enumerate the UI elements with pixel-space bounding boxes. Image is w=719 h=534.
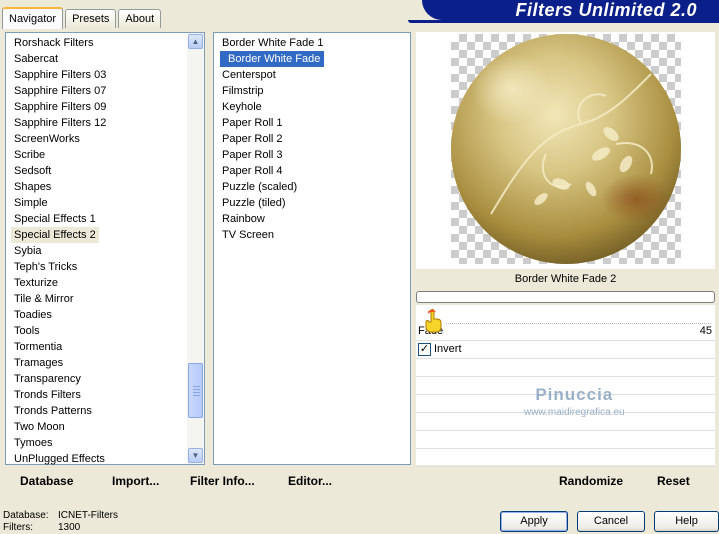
preview-image	[451, 34, 681, 264]
preview-transparency-grid	[451, 34, 681, 264]
filter-item[interactable]: TV Screen	[214, 227, 410, 243]
status-info: Database: ICNET-Filters Filters: 1300	[3, 510, 118, 534]
category-item[interactable]: Simple	[6, 195, 186, 211]
filter-item[interactable]: Paper Roll 2	[214, 131, 410, 147]
filter-item[interactable]: Centerspot	[214, 67, 410, 83]
main-panel: Rorshack Filters Sabercat Sapphire Filters…	[0, 28, 719, 467]
cancel-button[interactable]: Cancel	[577, 511, 645, 532]
floral-pattern	[490, 73, 653, 215]
preview-area	[416, 32, 715, 269]
editor-button[interactable]: Editor...	[288, 474, 332, 488]
tab-presets[interactable]: Presets	[65, 9, 117, 28]
hand-pointer-icon	[425, 309, 442, 333]
category-item[interactable]: Sybia	[6, 243, 186, 259]
category-item[interactable]: Sabercat	[6, 51, 186, 67]
category-item[interactable]: Tile & Mirror	[6, 291, 186, 307]
category-item[interactable]: Scribe	[6, 147, 186, 163]
database-button[interactable]: Database	[20, 474, 73, 488]
category-item[interactable]: Tymoes	[6, 435, 186, 451]
category-item[interactable]: Tramages	[6, 355, 186, 371]
filter-item[interactable]: Filmstrip	[214, 83, 410, 99]
category-item[interactable]: Toadies	[6, 307, 186, 323]
category-items: Rorshack Filters Sabercat Sapphire Filters…	[6, 33, 204, 467]
filter-item[interactable]: Puzzle (tiled)	[214, 195, 410, 211]
database-label: Database:	[3, 510, 49, 521]
filter-info-button[interactable]: Filter Info...	[190, 474, 255, 488]
watermark: Pinuccia www.maidiregrafica.eu	[524, 385, 625, 418]
category-item[interactable]: Two Moon	[6, 419, 186, 435]
category-item[interactable]: Shapes	[6, 179, 186, 195]
progress-bar	[416, 291, 715, 303]
filter-item[interactable]: Paper Roll 4	[214, 163, 410, 179]
category-list[interactable]: Rorshack Filters Sabercat Sapphire Filters…	[5, 32, 205, 465]
category-item[interactable]: Sapphire Filters 12	[6, 115, 186, 131]
category-item[interactable]: Sapphire Filters 09	[6, 99, 186, 115]
apply-button[interactable]: Apply	[500, 511, 568, 532]
filters-count-value: 1300	[58, 522, 81, 533]
category-item[interactable]: Teph's Tricks	[6, 259, 186, 275]
filters-count-label: Filters:	[3, 522, 33, 533]
category-item[interactable]: Tools	[6, 323, 186, 339]
arrow-down-icon[interactable]: ▼	[188, 448, 203, 463]
filter-list[interactable]: Border White Fade 1 Border White Fade 2 Ce…	[213, 32, 411, 465]
empty-row	[416, 449, 715, 467]
filter-item[interactable]: Rainbow	[214, 211, 410, 227]
invert-checkbox[interactable]: ✓	[418, 343, 431, 356]
filter-item[interactable]: Border White Fade 1	[214, 35, 410, 51]
category-item[interactable]: Tormentia	[6, 339, 186, 355]
category-scrollbar[interactable]: ▲ ▼	[187, 33, 204, 464]
category-item[interactable]: Sedsoft	[6, 163, 186, 179]
category-item[interactable]: ScreenWorks	[6, 131, 186, 147]
filter-items: Border White Fade 1 Border White Fade 2 Ce…	[214, 33, 410, 243]
banner-underline	[408, 20, 719, 23]
category-item[interactable]: UnPlugged Effects	[6, 451, 186, 467]
category-item[interactable]: Special Effects 2	[11, 227, 99, 243]
category-item[interactable]: Texturize	[6, 275, 186, 291]
tab-about[interactable]: About	[118, 9, 162, 28]
database-value: ICNET-Filters	[58, 510, 118, 521]
scroll-thumb[interactable]	[188, 363, 203, 418]
watermark-title: Pinuccia	[535, 385, 614, 404]
tab-navigator[interactable]: Navigator	[2, 7, 64, 29]
empty-row	[416, 431, 715, 449]
fade-row[interactable]: Fade 45	[416, 309, 715, 341]
fade-value: 45	[699, 325, 712, 337]
category-item[interactable]: Tronds Patterns	[6, 403, 186, 419]
category-item[interactable]: Special Effects 1	[6, 211, 186, 227]
category-item[interactable]: Tronds Filters	[6, 387, 186, 403]
randomize-button[interactable]: Randomize	[559, 474, 623, 488]
help-button[interactable]: Help	[654, 511, 719, 532]
category-item[interactable]: Transparency	[6, 371, 186, 387]
filter-item[interactable]: Paper Roll 1	[214, 115, 410, 131]
watermark-url: www.maidiregrafica.eu	[524, 407, 625, 418]
import-button[interactable]: Import...	[112, 474, 159, 488]
filter-item[interactable]: Keyhole	[214, 99, 410, 115]
invert-label: Invert	[434, 343, 462, 355]
empty-row	[416, 359, 715, 377]
category-item[interactable]: Rorshack Filters	[6, 35, 186, 51]
reset-button[interactable]: Reset	[657, 474, 690, 488]
category-item[interactable]: Sapphire Filters 03	[6, 67, 186, 83]
tab-strip: Navigator Presets About	[2, 6, 163, 29]
filter-controls: Fade 45 ✓ Invert Pinuccia www.maidiregra…	[416, 305, 715, 467]
fade-slider[interactable]	[446, 323, 711, 324]
preview-filter-name: Border White Fade 2	[416, 269, 715, 291]
filter-item[interactable]: Puzzle (scaled)	[214, 179, 410, 195]
app-title: Filters Unlimited 2.0	[422, 0, 719, 20]
invert-row[interactable]: ✓ Invert	[416, 341, 715, 359]
action-bar: Database Import... Filter Info... Editor…	[0, 468, 719, 494]
filter-item[interactable]: Border White Fade 2	[220, 51, 330, 67]
filter-item[interactable]: Paper Roll 3	[214, 147, 410, 163]
arrow-up-icon[interactable]: ▲	[188, 34, 203, 49]
category-item[interactable]: Sapphire Filters 07	[6, 83, 186, 99]
